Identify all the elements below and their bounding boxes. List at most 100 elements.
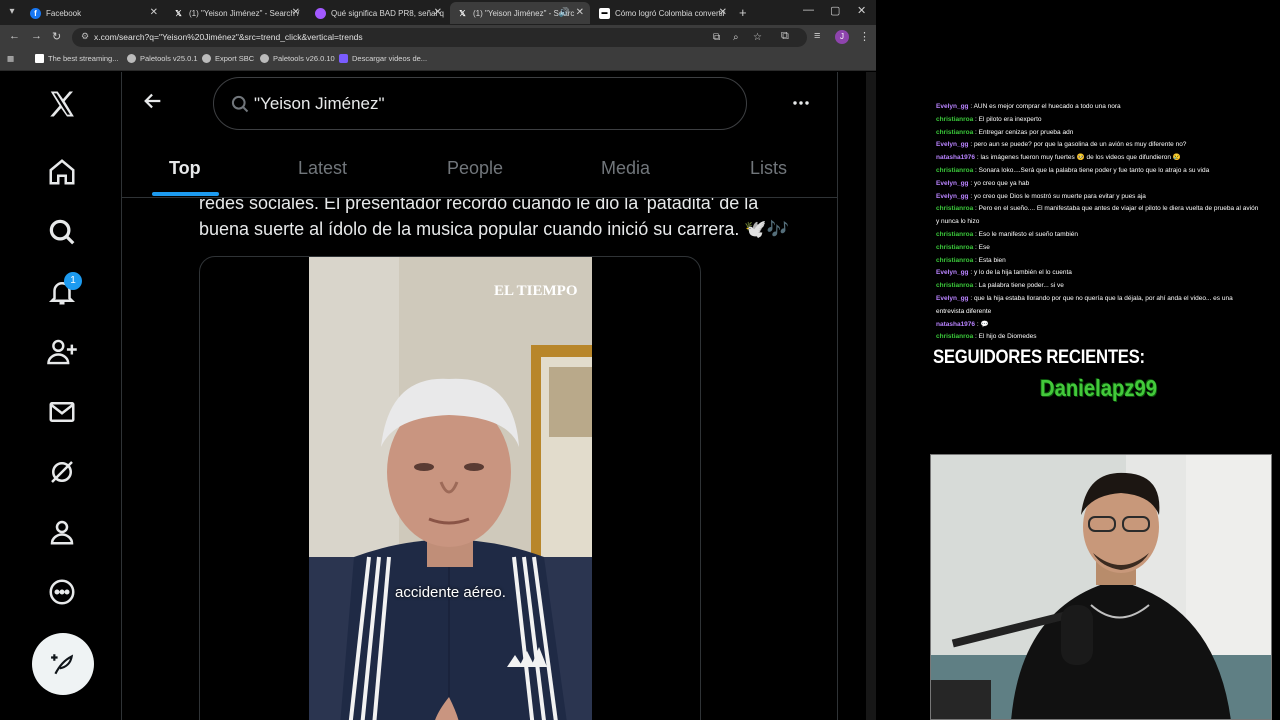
- chat-text: Pero en el sueño.... El manifestaba que …: [978, 205, 1259, 213]
- close-tab-icon[interactable]: ✕: [719, 7, 727, 18]
- tab-latest[interactable]: Latest: [298, 158, 347, 179]
- tab-people[interactable]: People: [447, 158, 503, 179]
- speaker-icon[interactable]: 🔊: [559, 7, 570, 18]
- bookmark-label: Paletools v25.0.1: [140, 54, 198, 63]
- chat-username: christianroa: [936, 256, 974, 264]
- close-tab-icon[interactable]: ✕: [434, 7, 442, 18]
- close-tab-icon[interactable]: ✕: [576, 7, 584, 18]
- chat-username: natasha1976: [936, 154, 976, 162]
- close-tab-icon[interactable]: ✕: [150, 7, 158, 18]
- notification-badge: 1: [64, 272, 82, 290]
- more-horizontal-icon[interactable]: [790, 94, 812, 117]
- tab-search-icon[interactable]: ▾: [4, 4, 20, 20]
- chat-message: natasha1976 : 💬: [936, 319, 1280, 332]
- follow-icon[interactable]: [44, 334, 80, 370]
- bookmark-item[interactable]: Paletools v25.0.1: [127, 54, 198, 63]
- media-controls-icon[interactable]: ≡: [814, 30, 820, 42]
- extensions-icon[interactable]: ⧉: [781, 30, 789, 43]
- compose-post-button[interactable]: [32, 633, 94, 695]
- browser-window: ▾ f Facebook ✕ 𝕏 (1) "Yeison Jiménez" - …: [0, 0, 876, 720]
- post-video[interactable]: EL TIEMPO accidente aéreo.: [199, 256, 701, 720]
- bookmark-item[interactable]: The best streaming...: [35, 54, 118, 63]
- install-app-icon[interactable]: ⧉: [713, 32, 720, 43]
- bookmark-item[interactable]: Export SBC: [202, 54, 254, 63]
- forward-icon[interactable]: →: [31, 30, 42, 42]
- browser-tab-active[interactable]: 𝕏 (1) "Yeison Jiménez" - Searc 🔊 ✕: [450, 2, 590, 24]
- maximize-icon[interactable]: ▢: [830, 4, 840, 17]
- bookmark-item[interactable]: Descargar videos de...: [339, 54, 427, 63]
- stream-overlay: Evelyn_gg : AUN es mejor comprar el huec…: [876, 0, 1280, 720]
- chat-message: Evelyn_gg : pero aun se puede? por que l…: [936, 139, 1280, 152]
- bookmark-label: Descargar videos de...: [352, 54, 428, 63]
- tab-title: (1) "Yeison Jiménez" - Searc: [473, 8, 575, 18]
- chat-username: christianroa: [936, 128, 974, 136]
- chat-username: christianroa: [936, 166, 974, 174]
- chat-text: El piloto era inexperto: [978, 115, 1042, 123]
- zoom-icon[interactable]: ⌕: [733, 32, 739, 43]
- grok-icon[interactable]: [44, 454, 80, 490]
- chat-text: Esta bien: [978, 256, 1006, 264]
- tab-strip: ▾ f Facebook ✕ 𝕏 (1) "Yeison Jiménez" - …: [0, 0, 876, 25]
- chat-message: christianroa : La palabra tiene poder...…: [936, 280, 1280, 293]
- site-info-icon[interactable]: ⚙: [81, 31, 89, 42]
- messages-mail-icon[interactable]: [44, 394, 80, 430]
- home-icon[interactable]: [44, 154, 80, 190]
- address-bar[interactable]: ⚙ x.com/search?q="Yeison%20Jiménez"&src=…: [72, 28, 807, 47]
- video-still-image: [309, 257, 592, 720]
- screen: ▾ f Facebook ✕ 𝕏 (1) "Yeison Jiménez" - …: [0, 0, 1280, 720]
- browser-tab[interactable]: 𝕏 (1) "Yeison Jiménez" - Search / ✕: [166, 2, 306, 24]
- bookmark-star-icon[interactable]: ☆: [753, 32, 762, 43]
- chat-message: Evelyn_gg : yo creo que ya hab: [936, 178, 1280, 191]
- chat-text: Ese: [978, 243, 990, 251]
- page-scrollbar[interactable]: [866, 72, 876, 720]
- tab-media[interactable]: Media: [601, 158, 650, 179]
- reload-icon[interactable]: ↻: [52, 30, 61, 43]
- more-options-icon[interactable]: [44, 574, 80, 610]
- feather-plus-icon: [51, 654, 74, 675]
- back-arrow-icon[interactable]: [142, 90, 164, 117]
- x-logo-icon: 𝕏: [175, 8, 182, 18]
- chat-message: christianroa : Entregar cenizas por prue…: [936, 127, 1280, 140]
- close-tab-icon[interactable]: ✕: [292, 7, 300, 18]
- tab-lists[interactable]: Lists: [750, 158, 787, 179]
- bookmark-item[interactable]: Paletools v26.0.10: [260, 54, 335, 63]
- browser-tab[interactable]: f Facebook ✕: [23, 2, 164, 24]
- chat-text: yo creo que Dios le mostró su muerte par…: [973, 192, 1146, 200]
- facebook-icon: f: [30, 7, 41, 19]
- chat-message: y nunca lo hizo: [936, 216, 1280, 229]
- tab-title: Qué significa BAD PR8, señal q: [331, 8, 444, 18]
- chat-message: Evelyn_gg : que la hija estaba llorando …: [936, 293, 1280, 306]
- tab-title: Facebook: [46, 8, 82, 18]
- tab-top[interactable]: Top: [169, 158, 201, 179]
- minimize-icon[interactable]: —: [803, 4, 814, 16]
- web-icon: [315, 7, 326, 19]
- profile-icon[interactable]: [44, 514, 80, 550]
- video-watermark: EL TIEMPO: [494, 283, 578, 299]
- browser-tab[interactable]: ▬ Cómo logró Colombia convertir ✕: [592, 2, 733, 24]
- x-logo-icon[interactable]: [44, 86, 80, 122]
- profile-avatar[interactable]: J: [835, 30, 849, 44]
- apps-icon[interactable]: ▦: [7, 54, 14, 63]
- chat-text: El hijo de Diomedes: [978, 333, 1037, 341]
- search-tabs: Top Latest People Media Lists: [122, 140, 837, 198]
- chat-text: Sonara loko....Será que la palabra tiene…: [978, 166, 1210, 174]
- browser-tab[interactable]: Qué significa BAD PR8, señal q ✕: [308, 2, 448, 24]
- chat-username: christianroa: [936, 205, 974, 213]
- search-icon: [230, 94, 250, 119]
- chat-text: La palabra tiene poder... si ve: [978, 282, 1064, 290]
- close-window-icon[interactable]: ✕: [857, 4, 866, 17]
- search-input[interactable]: "Yeison Jiménez": [213, 77, 747, 130]
- chat-username: christianroa: [936, 243, 974, 251]
- video-frame[interactable]: EL TIEMPO accidente aéreo.: [309, 257, 592, 720]
- recent-follower-name: Danielapz99: [1040, 375, 1157, 401]
- chat-message: christianroa : Sonara loko....Será que l…: [936, 165, 1280, 178]
- new-tab-icon[interactable]: +: [739, 5, 747, 20]
- bookmark-label: Export SBC: [215, 54, 255, 63]
- chat-text: yo creo que ya hab: [973, 179, 1030, 187]
- explore-search-icon[interactable]: [44, 214, 80, 250]
- chat-username: Evelyn_gg: [936, 141, 969, 149]
- back-icon[interactable]: ←: [9, 30, 20, 42]
- post-text: redes sociales. El presentador recordó c…: [199, 198, 819, 248]
- menu-icon[interactable]: ⋮: [859, 30, 870, 43]
- webcam-feed: [930, 454, 1272, 720]
